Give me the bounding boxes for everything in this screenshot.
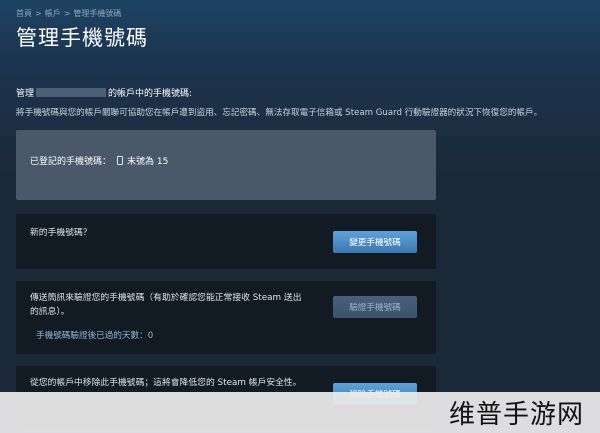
- registered-phone-label: 已登記的手機號碼：: [30, 157, 112, 167]
- breadcrumb-separator: >: [35, 9, 42, 18]
- registered-phone-value: 末號為 15: [127, 157, 169, 167]
- intro-prefix: 管理: [16, 89, 35, 99]
- breadcrumb-account[interactable]: 帳戶: [45, 9, 61, 18]
- registered-phone: 已登記的手機號碼： 末號為 15: [30, 154, 168, 167]
- days-label: 手機號碼驗證後已過的天數：: [36, 331, 148, 341]
- intro-description: 將手機號碼與您的帳戶關聯可協助您在帳戶遭到盜用、忘記密碼、無法存取電子信箱或 S…: [16, 108, 543, 118]
- masked-account-name: [36, 88, 107, 97]
- verify-number-text: 傳送簡訊來驗證您的手機號碼（有助於確認您能正常接收 Steam 送出的訊息）。: [30, 293, 302, 317]
- breadcrumb-current: 管理手機號碼: [73, 9, 122, 18]
- intro-suffix: 的帳戶中的手機號碼:: [108, 89, 193, 99]
- page-title: 管理手機號碼: [16, 26, 148, 50]
- breadcrumb-separator: >: [63, 9, 71, 18]
- registered-phone-panel: 已登記的手機號碼： 末號為 15: [16, 130, 436, 200]
- verify-number-button[interactable]: 驗證手機號碼: [333, 296, 417, 318]
- breadcrumb: 首頁 > 帳戶 > 管理手機號碼: [16, 8, 121, 19]
- verify-number-panel: 傳送簡訊來驗證您的手機號碼（有助於確認您能正常接收 Steam 送出的訊息）。 …: [16, 281, 436, 354]
- change-number-text: 新的手機號碼？: [30, 228, 92, 238]
- intro-account-line: 管理 的帳戶中的手機號碼:: [16, 86, 192, 99]
- watermark-banner: 维普手游网: [0, 392, 600, 433]
- change-number-panel: 新的手機號碼？ 變更手機號碼: [16, 214, 436, 269]
- days-since-verified: 手機號碼驗證後已過的天數：0: [36, 329, 153, 341]
- change-number-button[interactable]: 變更手機號碼: [333, 231, 417, 253]
- breadcrumb-home[interactable]: 首頁: [16, 9, 32, 18]
- watermark-text: 维普手游网: [448, 400, 584, 430]
- remove-number-text: 從您的帳戶中移除此手機號碼；這將會降低您的 Steam 帳戶安全性。: [30, 378, 302, 388]
- days-value: 0: [147, 331, 154, 341]
- phone-icon: [117, 156, 124, 165]
